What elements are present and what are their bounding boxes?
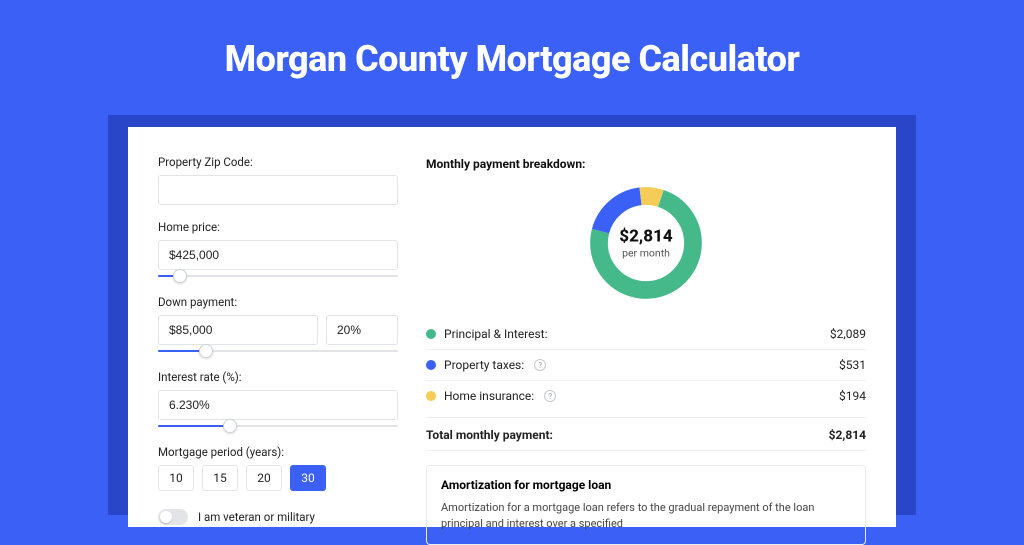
veteran-label: I am veteran or military — [198, 510, 315, 524]
down-payment-input[interactable] — [158, 315, 318, 345]
legend-dot — [426, 329, 436, 339]
slider-fill — [158, 425, 230, 427]
form-column: Property Zip Code: Home price: Down paym… — [158, 155, 398, 527]
breakdown-row: Property taxes:? $531 — [426, 350, 866, 381]
home-price-label: Home price: — [158, 220, 398, 234]
breakdown-item-value: $2,089 — [830, 327, 866, 341]
interest-input[interactable] — [158, 390, 398, 420]
breakdown-item-label: Principal & Interest: — [444, 327, 548, 341]
slider-thumb[interactable] — [173, 269, 187, 283]
period-button-group: 10 15 20 30 — [158, 465, 398, 491]
donut-per-month-label: per month — [619, 247, 672, 260]
period-button-10[interactable]: 10 — [158, 465, 194, 491]
breakdown-row: Home insurance:? $194 — [426, 381, 866, 411]
period-field-block: Mortgage period (years): 10 15 20 30 — [158, 445, 398, 491]
period-label: Mortgage period (years): — [158, 445, 398, 459]
zip-field-block: Property Zip Code: — [158, 155, 398, 205]
down-payment-field-block: Down payment: — [158, 295, 398, 355]
slider-track — [158, 275, 398, 277]
breakdown-row: Principal & Interest: $2,089 — [426, 319, 866, 350]
donut-chart-area: $2,814 per month — [426, 181, 866, 305]
breakdown-total-row: Total monthly payment: $2,814 — [426, 420, 866, 451]
interest-field-block: Interest rate (%): — [158, 370, 398, 430]
down-payment-pct-input[interactable] — [326, 315, 398, 345]
breakdown-item-label: Home insurance: — [444, 389, 534, 403]
legend-dot — [426, 391, 436, 401]
veteran-toggle-row: I am veteran or military — [158, 509, 398, 525]
period-button-20[interactable]: 20 — [246, 465, 282, 491]
period-button-30[interactable]: 30 — [290, 465, 326, 491]
total-label: Total monthly payment: — [426, 428, 553, 442]
home-price-field-block: Home price: — [158, 220, 398, 280]
donut-center: $2,814 per month — [619, 227, 672, 260]
zip-input[interactable] — [158, 175, 398, 205]
hero-banner: Morgan County Mortgage Calculator — [0, 0, 1024, 102]
info-icon[interactable]: ? — [544, 390, 556, 402]
breakdown-item-value: $531 — [839, 358, 866, 372]
zip-label: Property Zip Code: — [158, 155, 398, 169]
amortization-title: Amortization for mortgage loan — [441, 478, 851, 492]
breakdown-column: Monthly payment breakdown: $2,814 per mo… — [426, 155, 866, 527]
calculator-card: Property Zip Code: Home price: Down paym… — [128, 127, 896, 527]
down-payment-slider[interactable] — [158, 347, 398, 355]
down-payment-label: Down payment: — [158, 295, 398, 309]
period-button-15[interactable]: 15 — [202, 465, 238, 491]
page-title: Morgan County Mortgage Calculator — [0, 38, 1024, 80]
amortization-text: Amortization for a mortgage loan refers … — [441, 500, 851, 532]
breakdown-item-value: $194 — [839, 389, 866, 403]
info-icon[interactable]: ? — [534, 359, 546, 371]
donut-total-value: $2,814 — [619, 227, 672, 247]
slider-thumb[interactable] — [223, 419, 237, 433]
amortization-box: Amortization for mortgage loan Amortizat… — [426, 465, 866, 545]
divider — [426, 417, 866, 418]
interest-slider[interactable] — [158, 422, 398, 430]
slider-thumb[interactable] — [199, 344, 213, 358]
home-price-input[interactable] — [158, 240, 398, 270]
interest-label: Interest rate (%): — [158, 370, 398, 384]
breakdown-header: Monthly payment breakdown: — [426, 157, 866, 171]
breakdown-item-label: Property taxes: — [444, 358, 524, 372]
legend-dot — [426, 360, 436, 370]
total-value: $2,814 — [829, 428, 866, 442]
breakdown-list: Principal & Interest: $2,089 Property taxe… — [426, 319, 866, 411]
veteran-toggle[interactable] — [158, 509, 188, 525]
home-price-slider[interactable] — [158, 272, 398, 280]
